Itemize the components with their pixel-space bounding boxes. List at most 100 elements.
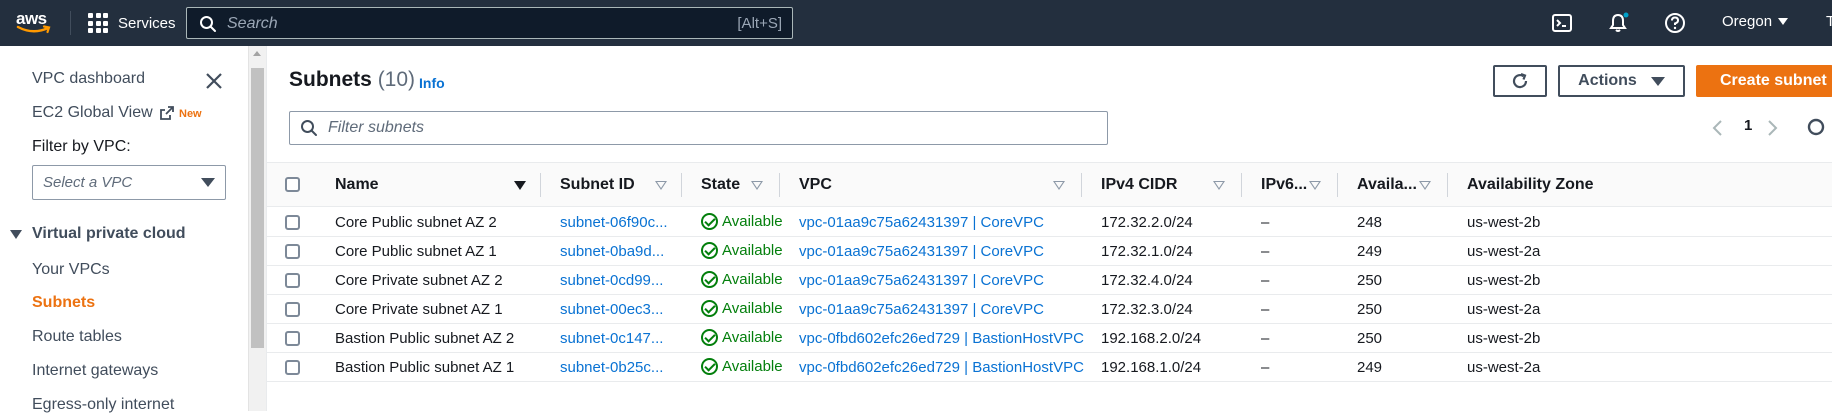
subnet-id-link[interactable]: subnet-0c147...	[560, 330, 663, 347]
column-divider[interactable]	[1447, 173, 1448, 197]
subnet-name: Bastion Public subnet AZ 1	[335, 359, 515, 376]
vpc-link[interactable]: vpc-01aa9c75a62431397 | CoreVPC	[799, 214, 1044, 231]
table-row[interactable]: Bastion Public subnet AZ 2 subnet-0c147..…	[267, 324, 1832, 353]
available-ips: 250	[1357, 301, 1383, 318]
subnet-id-link[interactable]: subnet-0cd99...	[560, 272, 663, 289]
sort-icon[interactable]	[1419, 181, 1431, 190]
current-page[interactable]: 1	[1744, 117, 1752, 134]
subnet-name: Core Private subnet AZ 2	[335, 272, 503, 289]
table-header: Name Subnet ID State VPC IPv4 CIDR IPv6.…	[267, 163, 1832, 207]
search-icon	[301, 120, 317, 136]
table-row[interactable]: Bastion Public subnet AZ 1 subnet-0b25c..…	[267, 353, 1832, 382]
cloudshell-icon[interactable]	[1551, 12, 1573, 34]
subnet-id-link[interactable]: subnet-0ba9d...	[560, 243, 664, 260]
table-row[interactable]: Core Private subnet AZ 1 subnet-00ec3... A…	[267, 295, 1832, 324]
availability-zone: us-west-2a	[1467, 301, 1541, 318]
column-header-availability-zone[interactable]: Availability Zone	[1467, 163, 1594, 207]
availability-zone: us-west-2b	[1467, 272, 1541, 289]
gear-icon[interactable]	[1805, 116, 1827, 138]
services-menu-button[interactable]: Services	[88, 13, 176, 33]
row-checkbox[interactable]	[285, 273, 300, 288]
column-header-name[interactable]: Name	[335, 163, 379, 207]
global-search-input[interactable]: Search [Alt+S]	[186, 7, 793, 39]
column-divider[interactable]	[779, 173, 780, 197]
sort-descending-icon[interactable]	[514, 181, 526, 190]
column-header-vpc[interactable]: VPC	[799, 163, 832, 207]
table-row[interactable]: Core Public subnet AZ 1 subnet-0ba9d... Av…	[267, 237, 1832, 266]
services-label: Services	[118, 14, 176, 32]
vpc-select-placeholder: Select a VPC	[43, 174, 133, 191]
column-header-available-ips[interactable]: Availa...	[1357, 163, 1417, 207]
select-all-checkbox[interactable]	[285, 177, 300, 192]
subnet-id-link[interactable]: subnet-0b25c...	[560, 359, 663, 376]
column-header-ipv6[interactable]: IPv6...	[1261, 163, 1307, 207]
row-checkbox[interactable]	[285, 302, 300, 317]
column-header-ipv4-cidr[interactable]: IPv4 CIDR	[1101, 163, 1177, 207]
available-ips: 248	[1357, 214, 1383, 231]
caret-down-icon	[1650, 76, 1665, 86]
state-badge: Available	[701, 213, 783, 230]
sort-icon[interactable]	[1213, 181, 1225, 190]
column-divider[interactable]	[1337, 173, 1338, 197]
sidebar-item-vpc-dashboard[interactable]: VPC dashboard	[32, 70, 145, 88]
sort-icon[interactable]	[751, 181, 763, 190]
vpc-link[interactable]: vpc-0fbd602efc26ed729 | BastionHostVPC	[799, 359, 1084, 376]
scroll-up-arrow-icon[interactable]	[253, 51, 261, 56]
state-text: Available	[722, 213, 783, 230]
info-link[interactable]: Info	[419, 75, 445, 91]
vpc-link[interactable]: vpc-01aa9c75a62431397 | CoreVPC	[799, 243, 1044, 260]
row-checkbox[interactable]	[285, 215, 300, 230]
search-icon	[200, 16, 216, 32]
column-header-state[interactable]: State	[701, 163, 740, 207]
aws-logo[interactable]: aws	[16, 10, 54, 36]
close-icon[interactable]	[203, 70, 225, 92]
sidebar-scrollbar[interactable]	[248, 46, 266, 411]
notifications-bell-icon[interactable]	[1607, 12, 1629, 34]
availability-zone: us-west-2b	[1467, 214, 1541, 231]
ipv6-cidr: –	[1261, 243, 1270, 260]
sidebar-item-your-vpcs[interactable]: Your VPCs	[32, 261, 110, 279]
table-row[interactable]: Core Private subnet AZ 2 subnet-0cd99... A…	[267, 266, 1832, 295]
top-navigation: aws Services Search [Alt+S] Oregon T	[0, 0, 1832, 46]
subnet-id-link[interactable]: subnet-00ec3...	[560, 301, 663, 318]
scrollbar-thumb[interactable]	[251, 68, 264, 348]
help-icon[interactable]	[1664, 12, 1686, 34]
sidebar-item-internet-gateways[interactable]: Internet gateways	[32, 362, 158, 380]
vpc-link[interactable]: vpc-01aa9c75a62431397 | CoreVPC	[799, 301, 1044, 318]
create-subnet-button[interactable]: Create subnet	[1696, 65, 1832, 97]
sidebar-item-ec2-global-view[interactable]: EC2 Global View	[32, 104, 175, 122]
column-divider[interactable]	[540, 173, 541, 197]
previous-page-icon[interactable]	[1711, 119, 1723, 137]
row-checkbox[interactable]	[285, 331, 300, 346]
state-badge: Available	[701, 358, 783, 375]
sidebar-item-subnets[interactable]: Subnets	[32, 294, 95, 312]
sort-icon[interactable]	[1053, 181, 1065, 190]
sort-icon[interactable]	[655, 181, 667, 190]
ipv4-cidr: 172.32.4.0/24	[1101, 272, 1193, 289]
section-virtual-private-cloud[interactable]: Virtual private cloud	[10, 225, 186, 243]
availability-zone: us-west-2b	[1467, 330, 1541, 347]
column-divider[interactable]	[1081, 173, 1082, 197]
column-header-subnet-id[interactable]: Subnet ID	[560, 163, 635, 207]
row-checkbox[interactable]	[285, 360, 300, 375]
next-page-icon[interactable]	[1767, 119, 1779, 137]
vpc-link[interactable]: vpc-0fbd602efc26ed729 | BastionHostVPC	[799, 330, 1084, 347]
column-divider[interactable]	[681, 173, 682, 197]
check-circle-icon	[701, 358, 718, 375]
vpc-link[interactable]: vpc-01aa9c75a62431397 | CoreVPC	[799, 272, 1044, 289]
state-badge: Available	[701, 242, 783, 259]
ipv4-cidr: 192.168.2.0/24	[1101, 330, 1202, 347]
filter-subnets-input[interactable]: Filter subnets	[289, 111, 1108, 145]
table-row[interactable]: Core Public subnet AZ 2 subnet-06f90c... A…	[267, 208, 1832, 237]
actions-button[interactable]: Actions	[1558, 65, 1685, 97]
column-divider[interactable]	[1241, 173, 1242, 197]
subnet-id-link[interactable]: subnet-06f90c...	[560, 214, 668, 231]
sidebar-item-route-tables[interactable]: Route tables	[32, 328, 122, 346]
row-checkbox[interactable]	[285, 244, 300, 259]
refresh-button[interactable]	[1493, 65, 1547, 97]
sidebar-item-egress-only-internet[interactable]: Egress-only internet	[32, 396, 174, 414]
sort-icon[interactable]	[1309, 181, 1321, 190]
vpc-select[interactable]: Select a VPC	[32, 165, 226, 200]
account-menu[interactable]: T	[1826, 13, 1832, 30]
region-selector[interactable]: Oregon	[1722, 13, 1789, 30]
